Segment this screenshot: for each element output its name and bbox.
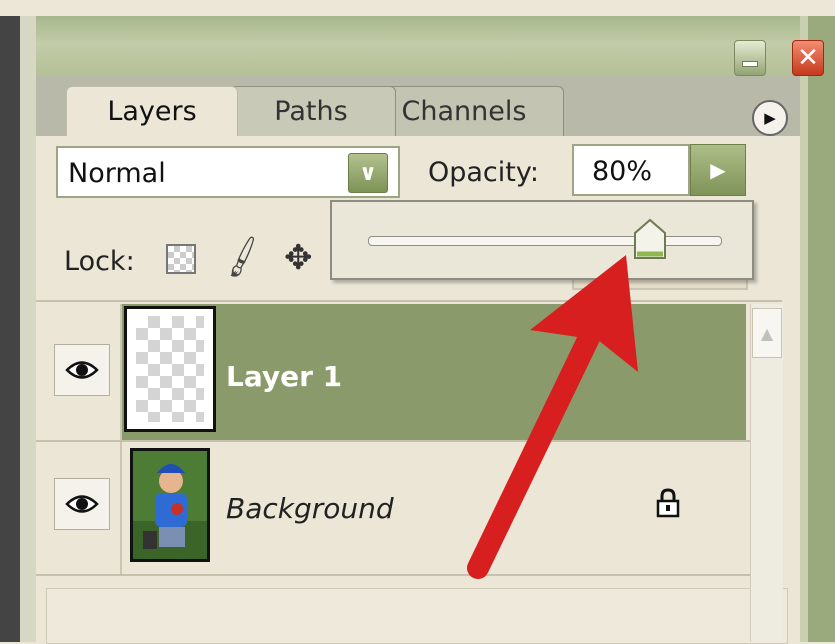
transparency-lock-icon[interactable] xyxy=(166,244,196,274)
list-divider xyxy=(36,440,782,442)
window-left-edge xyxy=(0,16,20,642)
panel-titlebar[interactable]: ✕ xyxy=(36,16,824,76)
window-right-frame xyxy=(800,16,808,642)
minimize-icon xyxy=(743,62,757,66)
opacity-slider-track[interactable] xyxy=(368,236,722,246)
window-top-edge xyxy=(0,0,835,16)
tab-layers[interactable]: Layers xyxy=(66,86,238,136)
empty-layers-area xyxy=(46,588,788,644)
visibility-column-divider xyxy=(120,304,122,574)
window-right-edge xyxy=(808,16,835,642)
chevron-down-icon: ∨ xyxy=(359,160,377,186)
opacity-slider-thumb[interactable] xyxy=(633,218,667,260)
list-divider xyxy=(36,574,782,576)
brush-icon[interactable]: 🖌 xyxy=(217,232,268,282)
close-icon: ✕ xyxy=(797,43,819,73)
panel-menu-button[interactable]: ▶ xyxy=(752,100,788,136)
eye-icon xyxy=(65,361,99,379)
visibility-toggle-background[interactable] xyxy=(54,478,110,530)
play-arrow-icon: ▶ xyxy=(710,158,726,182)
layer-name[interactable]: Background xyxy=(226,492,394,525)
window-left-frame xyxy=(20,16,36,642)
play-arrow-icon: ▶ xyxy=(764,109,776,127)
blend-mode-dropdown-button[interactable]: ∨ xyxy=(348,153,388,193)
opacity-input[interactable]: 80% xyxy=(572,144,690,196)
scroll-up-button[interactable]: ▲ xyxy=(752,308,782,358)
blend-mode-value: Normal xyxy=(68,158,166,189)
transparent-thumbnail xyxy=(136,316,204,422)
close-button[interactable]: ✕ xyxy=(792,40,824,76)
opacity-slider-toggle[interactable]: ▶ xyxy=(690,144,746,196)
visibility-toggle-layer-1[interactable] xyxy=(54,344,110,396)
panel-tab-strip: Channels Paths Layers ▶ xyxy=(36,76,800,136)
padlock-icon xyxy=(656,488,680,518)
lock-label: Lock: xyxy=(64,246,135,277)
layer-thumbnail-layer-1[interactable] xyxy=(124,306,216,432)
move-icon[interactable]: ✥ xyxy=(284,238,313,278)
layer-thumbnail-background[interactable] xyxy=(130,448,210,562)
opacity-slider-popup xyxy=(330,200,754,280)
chevron-up-icon: ▲ xyxy=(760,323,774,343)
tab-paths[interactable]: Paths xyxy=(226,86,396,136)
opacity-value: 80% xyxy=(592,156,653,187)
photo-thumbnail xyxy=(133,451,207,559)
list-divider xyxy=(36,300,782,302)
layer-name[interactable]: Layer 1 xyxy=(226,360,342,393)
minimize-button[interactable] xyxy=(734,40,766,76)
opacity-label: Opacity: xyxy=(428,157,539,188)
eye-icon xyxy=(65,495,99,513)
